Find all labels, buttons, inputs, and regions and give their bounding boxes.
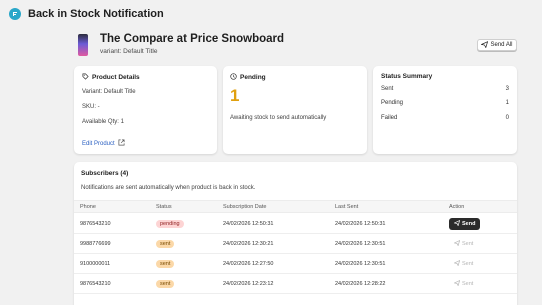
subscribers-card: Subscribers (4) Notifications are sent a… — [74, 162, 517, 305]
product-variant: variant: Default Title — [100, 48, 158, 55]
status-summary-title: Status Summary — [381, 73, 433, 80]
app-title: Back in Stock Notification — [28, 8, 164, 20]
last-sent-cell: 24/02/2026 12:30:51 — [335, 240, 386, 247]
phone-cell: 9988776699 — [80, 240, 111, 247]
status-cell: sent — [156, 239, 175, 248]
table-header: Phone Status Subscription Date Last Sent… — [74, 200, 517, 213]
available-qty-text: Available Qty: 1 — [82, 119, 124, 125]
pending-title-row: Pending — [230, 73, 266, 82]
summary-value: 0 — [505, 115, 509, 121]
status-cell: pending — [156, 219, 184, 228]
status-summary-card: Status Summary Sent 3 Pending 1 Failed 0 — [373, 66, 517, 154]
summary-row-failed: Failed 0 — [381, 115, 509, 121]
send-label: Send — [462, 220, 476, 227]
sku-text: SKU: - — [82, 104, 100, 110]
pending-caption: Awaiting stock to send automatically — [230, 115, 327, 121]
product-details-title: Product Details — [92, 74, 140, 82]
status-cell: sent — [156, 259, 175, 268]
edit-product-link[interactable]: Edit Product — [82, 139, 125, 148]
table-row: 9100000011 sent 24/02/2026 12:27:50 24/0… — [74, 254, 517, 274]
summary-value: 3 — [505, 86, 509, 92]
sent-button: Sent — [449, 258, 478, 270]
product-thumbnail — [78, 34, 88, 56]
last-sent-cell: 24/02/2026 12:30:51 — [335, 260, 386, 267]
sent-button: Sent — [449, 238, 478, 250]
summary-label: Failed — [381, 115, 398, 121]
tag-icon — [82, 73, 89, 82]
top-bar: Back in Stock Notification — [0, 0, 542, 28]
send-icon — [453, 219, 461, 228]
phone-cell: 9100000011 — [80, 260, 111, 267]
status-badge: sent — [156, 279, 175, 288]
status-badge: sent — [156, 259, 175, 268]
pending-count: 1 — [230, 86, 240, 105]
action-cell: Sent — [449, 258, 478, 270]
send-icon — [453, 259, 461, 268]
subscription-date-cell: 24/02/2026 12:50:31 — [223, 220, 274, 227]
sent-label: Sent — [462, 280, 474, 287]
summary-value: 1 — [505, 100, 509, 106]
column-header-status: Status — [156, 203, 172, 210]
action-cell: Send — [449, 217, 481, 230]
variant-text: Variant: Default Title — [82, 89, 136, 95]
product-title: The Compare at Price Snowboard — [100, 33, 285, 45]
product-details-title-row: Product Details — [82, 73, 140, 82]
column-header-phone: Phone — [80, 203, 96, 210]
sent-button: Sent — [449, 278, 478, 290]
external-link-icon — [118, 139, 125, 148]
subscription-date-cell: 24/02/2026 12:27:50 — [223, 260, 274, 267]
summary-label: Sent — [381, 86, 394, 92]
table-row: 9876543210 pending 24/02/2026 12:50:31 2… — [74, 214, 517, 234]
phone-cell: 9876543210 — [80, 280, 111, 287]
subscription-date-cell: 24/02/2026 12:30:21 — [223, 240, 274, 247]
column-header-action: Action — [449, 203, 465, 210]
clock-icon — [230, 73, 237, 82]
table-row: 9988776699 sent 24/02/2026 12:30:21 24/0… — [74, 234, 517, 254]
status-badge: pending — [156, 219, 184, 228]
subscribers-note: Notifications are sent automatically whe… — [81, 185, 256, 191]
status-cell: sent — [156, 279, 175, 288]
sent-label: Sent — [462, 260, 474, 267]
summary-row-sent: Sent 3 — [381, 86, 509, 92]
last-sent-cell: 24/02/2026 12:28:22 — [335, 280, 386, 287]
send-icon — [480, 40, 489, 50]
column-header-subscription-date: Subscription Date — [223, 203, 267, 210]
send-all-button[interactable]: Send All — [477, 39, 517, 51]
action-cell: Sent — [449, 238, 478, 250]
action-cell: Sent — [449, 278, 478, 290]
subscribers-title: Subscribers (4) — [81, 170, 129, 177]
send-all-label: Send All — [490, 42, 513, 48]
send-icon — [453, 239, 461, 248]
pending-title: Pending — [240, 74, 266, 82]
summary-row-pending: Pending 1 — [381, 100, 509, 106]
last-sent-cell: 24/02/2026 12:50:31 — [335, 220, 386, 227]
status-badge: sent — [156, 239, 175, 248]
send-button[interactable]: Send — [449, 217, 481, 230]
summary-label: Pending — [381, 100, 404, 106]
sent-label: Sent — [462, 240, 474, 247]
table-row: 9876543210 sent 24/02/2026 12:23:12 24/0… — [74, 274, 517, 294]
send-icon — [453, 279, 461, 288]
product-details-card: Product Details Variant: Default Title S… — [74, 66, 217, 154]
phone-cell: 9876543210 — [80, 220, 111, 227]
pending-card: Pending 1 Awaiting stock to send automat… — [223, 66, 367, 154]
app-logo-icon — [9, 8, 21, 20]
column-header-last-sent: Last Sent — [335, 203, 359, 210]
subscription-date-cell: 24/02/2026 12:23:12 — [223, 280, 274, 287]
edit-product-label: Edit Product — [82, 140, 115, 147]
